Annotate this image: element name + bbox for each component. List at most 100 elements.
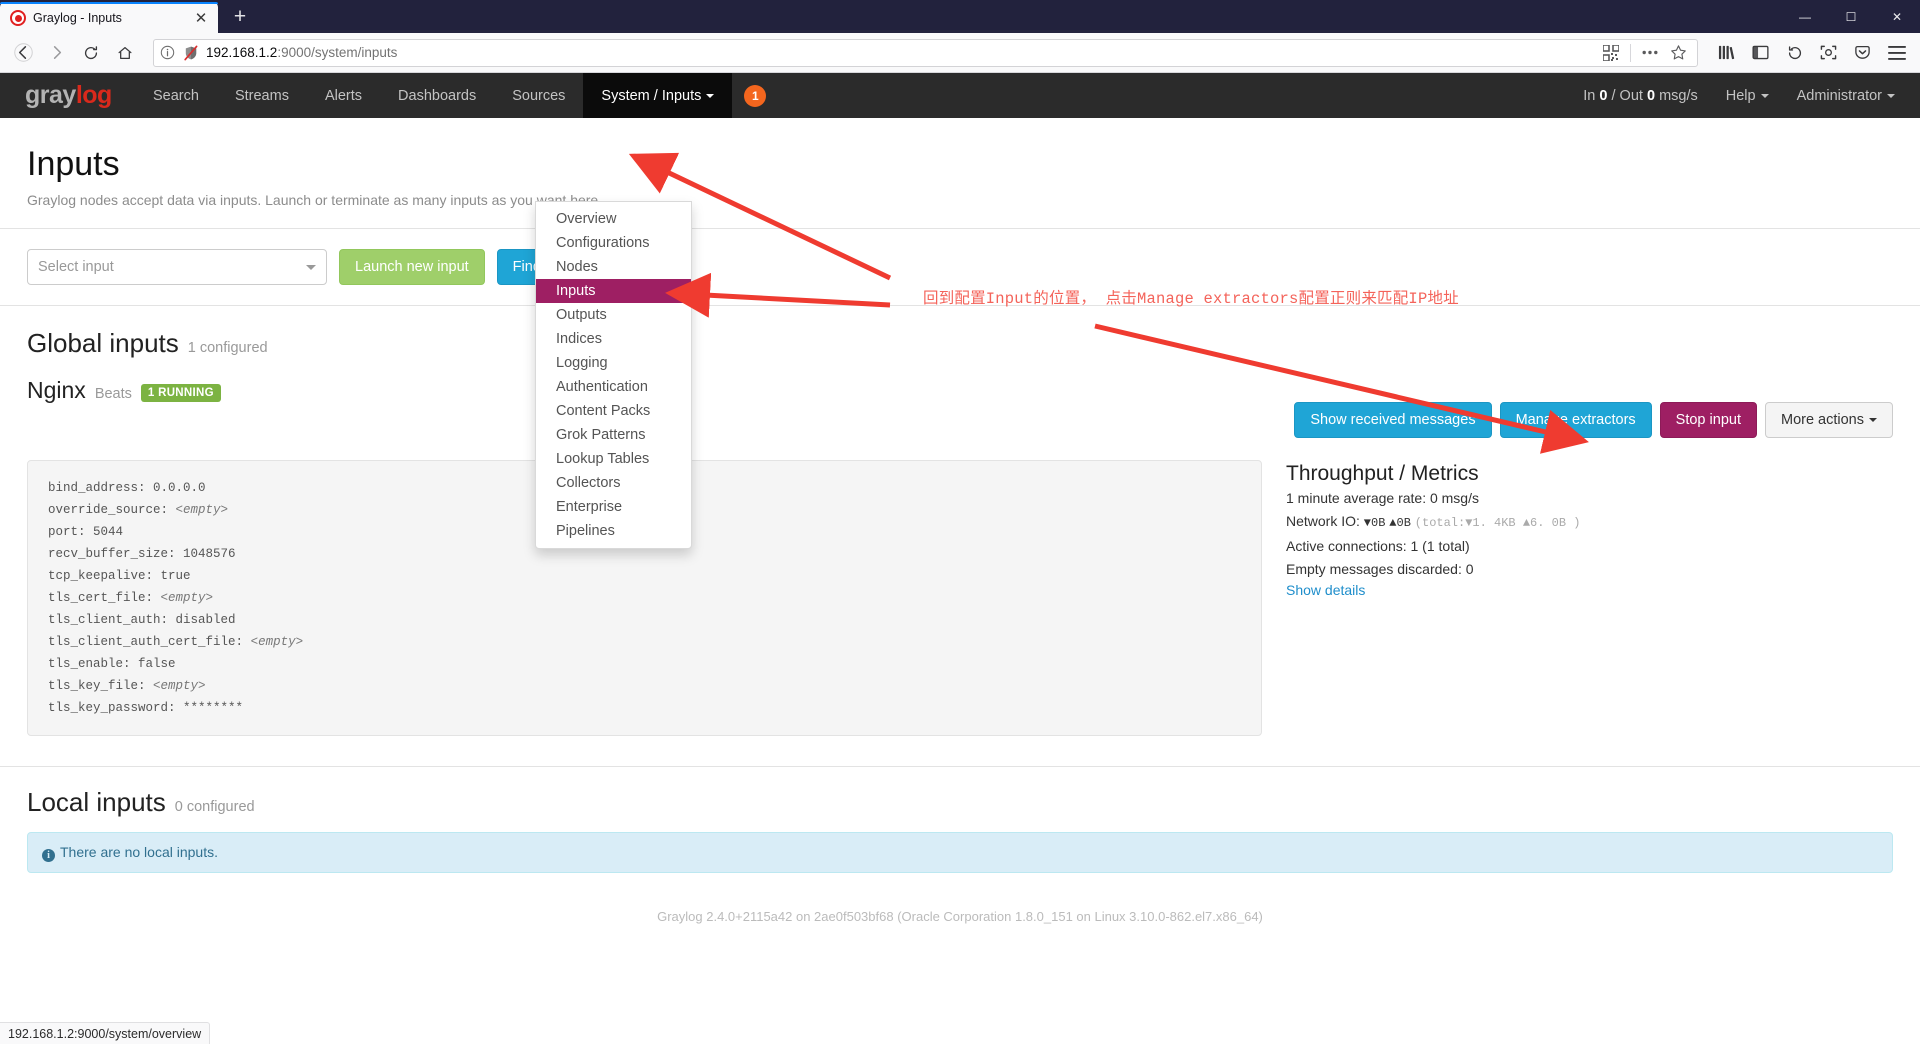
input-name: Nginx [27,377,86,404]
tab-active-accent [0,2,218,4]
site-info-icon[interactable] [160,45,176,61]
more-actions-label: More actions [1780,412,1864,429]
sidebar-icon[interactable] [1744,37,1777,69]
chevron-down-icon [1869,418,1877,423]
dropdown-item-outputs[interactable]: Outputs [536,303,691,327]
graylog-logo[interactable]: graylog [0,73,135,118]
bookmark-star-icon[interactable] [1665,40,1691,66]
browser-status-bar: 192.168.1.2:9000/system/overview [0,1022,211,1044]
url-divider [1630,43,1631,62]
local-inputs-section: Local inputs 0 configured i There are no l… [0,767,1920,874]
local-inputs-title: Local inputs [27,787,166,818]
more-actions-button[interactable]: More actions [1764,402,1893,439]
dropdown-item-logging[interactable]: Logging [536,351,691,375]
metrics-network-io: Network IO: ▼0B ▲0B (total:▼1. 4KB ▲6. 0… [1286,513,1581,531]
user-menu[interactable]: Administrator [1797,88,1895,104]
input-body: bind_address: 0.0.0.0 override_source: <… [0,438,1920,737]
status-badge: 1 RUNNING [140,384,221,403]
browser-titlebar: Graylog - Inputs ✕ + — ☐ ✕ [0,0,1920,34]
logo-text-gray: gray [25,81,76,109]
nav-item-alerts[interactable]: Alerts [307,73,380,118]
metrics-rate: 1 minute average rate: 0 msg/s [1286,490,1479,507]
browser-toolbar-right [1706,37,1913,69]
input-type: Beats [94,386,132,403]
dropdown-item-collectors[interactable]: Collectors [536,471,691,495]
input-title-row: Nginx Beats 1 RUNNING [27,377,1893,404]
help-menu[interactable]: Help [1726,88,1769,104]
dropdown-item-enterprise[interactable]: Enterprise [536,495,691,519]
user-menu-label: Administrator [1796,87,1882,104]
global-inputs-title: Global inputs [27,328,179,359]
minimize-icon[interactable]: — [1782,0,1828,33]
global-inputs-section: Global inputs 1 configured Nginx Beats 1 … [0,306,1920,404]
reload-icon[interactable] [75,37,107,69]
dropdown-item-content-packs[interactable]: Content Packs [536,399,691,423]
graylog-navbar: graylog Search Streams Alerts Dashboards… [0,73,1920,118]
config-line: tls_enable: false [48,657,176,672]
close-window-icon[interactable]: ✕ [1874,0,1920,33]
dropdown-item-lookup-tables[interactable]: Lookup Tables [536,447,691,471]
nav-item-dashboards[interactable]: Dashboards [380,73,494,118]
dropdown-item-authentication[interactable]: Authentication [536,375,691,399]
graylog-favicon-icon [10,10,26,26]
app-menu-icon[interactable] [1880,37,1913,69]
screenshot-icon[interactable] [1812,37,1845,69]
nav-item-search[interactable]: Search [135,73,217,118]
config-line: tls_cert_file: <empty> [48,591,214,606]
dropdown-item-pipelines[interactable]: Pipelines [536,519,691,543]
dropdown-item-overview[interactable]: Overview [536,207,691,231]
back-icon[interactable] [7,37,39,69]
config-line: tls_client_auth_cert_file: <empty> [48,635,304,650]
nav-item-streams[interactable]: Streams [217,73,307,118]
stop-input-button[interactable]: Stop input [1659,402,1757,439]
page-content: Inputs Graylog nodes accept data via inp… [0,118,1920,924]
notification-badge[interactable]: 1 [744,84,767,107]
select-input-dropdown[interactable]: Select input [27,249,327,286]
qr-code-icon[interactable] [1598,40,1624,66]
no-local-inputs-alert: i There are no local inputs. [27,832,1893,874]
select-input-placeholder: Select input [38,259,114,276]
show-details-link[interactable]: Show details [1286,582,1365,598]
dropdown-item-indices[interactable]: Indices [536,327,691,351]
throughput-metrics-panel: Throughput / Metrics 1 minute average ra… [1286,460,1893,600]
browser-tab[interactable]: Graylog - Inputs ✕ [0,2,218,34]
chevron-down-icon [306,264,316,270]
forward-icon[interactable] [41,37,73,69]
undo-close-tab-icon[interactable] [1778,37,1811,69]
nav-item-sources[interactable]: Sources [494,73,583,118]
config-line: tls_key_password: ******** [48,701,244,716]
page-viewport: graylog Search Streams Alerts Dashboards… [0,73,1920,1044]
new-tab-button[interactable]: + [224,3,256,33]
dropdown-item-nodes[interactable]: Nodes [536,255,691,279]
page-description: Graylog nodes accept data via inputs. La… [27,192,603,209]
config-line: tls_client_auth: disabled [48,613,236,628]
browser-navbar: 192.168.1.2:9000/system/inputs [0,33,1920,73]
library-icon[interactable] [1710,37,1743,69]
graylog-navbar-right: In 0 / Out 0 msg/s Help Administrator [1583,73,1920,118]
window-controls: — ☐ ✕ [1782,0,1920,33]
local-inputs-count: 0 configured [174,799,255,816]
page-actions-icon[interactable] [1637,40,1663,66]
maximize-icon[interactable]: ☐ [1828,0,1874,33]
logo-text-log: log [75,81,113,109]
launch-new-input-button[interactable]: Launch new input [339,249,485,286]
insecure-connection-icon[interactable] [183,45,199,61]
dropdown-item-inputs[interactable]: Inputs [536,279,691,303]
close-tab-icon[interactable]: ✕ [192,9,210,27]
dropdown-item-grok-patterns[interactable]: Grok Patterns [536,423,691,447]
metrics-empty-discarded: Empty messages discarded: 0 [1286,561,1474,578]
pocket-icon[interactable] [1846,37,1879,69]
manage-extractors-button[interactable]: Manage extractors [1499,402,1652,439]
url-bar[interactable]: 192.168.1.2:9000/system/inputs [153,38,1698,67]
graylog-main-menu: Search Streams Alerts Dashboards Sources… [135,73,733,118]
metrics-active-connections: Active connections: 1 (1 total) [1286,538,1470,555]
dropdown-item-configurations[interactable]: Configurations [536,231,691,255]
system-dropdown-menu: Overview Configurations Nodes Inputs Out… [535,201,692,549]
global-inputs-count: 1 configured [187,340,268,357]
chevron-down-icon [1760,93,1769,98]
chevron-down-icon [1887,93,1895,98]
show-received-messages-button[interactable]: Show received messages [1294,402,1492,439]
nav-item-system-inputs[interactable]: System / Inputs [583,73,733,118]
home-icon[interactable] [109,37,141,69]
url-text: 192.168.1.2:9000/system/inputs [206,45,398,60]
